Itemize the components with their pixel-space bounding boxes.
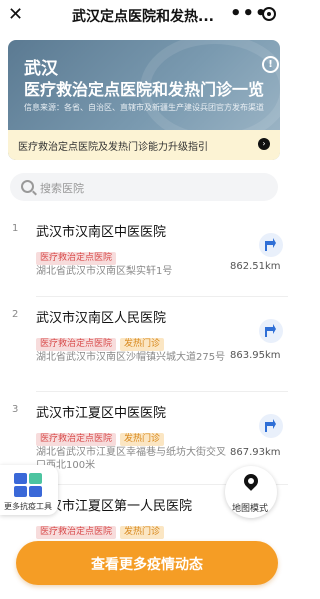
upgrade-guide-label: 医疗救治定点医院及发热门诊能力升级指引 (18, 142, 208, 153)
tag-group: 医疗救治定点医院 (36, 245, 120, 265)
item-index: 2 (12, 309, 19, 320)
distance: 862.51km (230, 261, 281, 272)
more-tools-label: 更多抗疫工具 (4, 502, 52, 511)
hospital-name[interactable]: 武汉市江夏区第一人民医院 (36, 495, 192, 514)
designated-hospital-tag: 医疗救治定点医院 (36, 252, 117, 265)
distance: 863.95km (230, 350, 281, 361)
navigation-arrow-icon (265, 238, 276, 251)
navigation-arrow-icon (265, 324, 276, 337)
hospital-address: 湖北省武汉市汉南区梨实轩1号 (36, 266, 173, 277)
tag-group: 医疗救治定点医院 发热门诊 (36, 519, 168, 539)
designated-hospital-tag: 医疗救治定点医院 (36, 433, 117, 446)
item-index: 1 (12, 223, 19, 234)
info-icon[interactable]: ! (262, 56, 279, 73)
navigate-button[interactable] (259, 233, 283, 257)
fever-clinic-tag: 发热门诊 (120, 338, 165, 351)
distance: 867.93km (230, 447, 281, 458)
hospital-name[interactable]: 武汉市汉南区中医医院 (36, 221, 166, 240)
fever-clinic-tag: 发热门诊 (120, 526, 165, 539)
navigate-button[interactable] (259, 414, 283, 438)
search-icon (21, 180, 34, 193)
more-updates-button[interactable]: 查看更多疫情动态 (16, 541, 278, 585)
map-pin-icon (241, 471, 261, 491)
arrow-right-icon: › (258, 138, 270, 150)
tag-group: 医疗救治定点医院 发热门诊 (36, 331, 168, 351)
banner-source: 信息来源：各省、自治区、直辖市及新疆生产建设兵团官方发布渠道 (24, 103, 264, 112)
hospital-name[interactable]: 武汉市汉南区人民医院 (36, 307, 166, 326)
divider (36, 296, 288, 297)
map-mode-button[interactable]: 地图模式 (225, 466, 277, 518)
designated-hospital-tag: 医疗救治定点医院 (36, 526, 117, 539)
hospital-address: 湖北省武汉市汉南区沙帽镇兴城大道275号 (36, 352, 226, 363)
designated-hospital-tag: 医疗救治定点医院 (36, 338, 117, 351)
banner-headline: 医疗救治定点医院和发热门诊一览 (24, 80, 265, 99)
navigate-button[interactable] (259, 319, 283, 343)
top-bar: ✕ 武汉定点医院和发热... ••• (0, 0, 288, 32)
more-tools-button[interactable]: 更多抗疫工具 (0, 465, 58, 515)
map-mode-label: 地图模式 (232, 504, 269, 514)
divider (36, 391, 288, 392)
hospital-name[interactable]: 武汉市江夏区中医医院 (36, 402, 166, 421)
close-icon[interactable]: ✕ (8, 6, 24, 24)
tag-group: 医疗救治定点医院 发热门诊 (36, 426, 168, 446)
hospital-address: 湖北省武汉市江夏区幸福巷与纸坊大街交叉口西北100米 (36, 447, 226, 471)
fever-clinic-tag: 发热门诊 (120, 433, 165, 446)
navigation-arrow-icon (265, 419, 276, 432)
grid-apps-icon (14, 473, 44, 497)
search-input[interactable]: 搜索医院 (10, 173, 278, 201)
info-banner: 武汉 医疗救治定点医院和发热门诊一览 信息来源：各省、自治区、直辖市及新疆生产建… (8, 40, 280, 160)
more-updates-label: 查看更多疫情动态 (91, 557, 203, 573)
record-icon[interactable] (262, 7, 276, 21)
item-index: 3 (12, 404, 19, 415)
search-placeholder: 搜索医院 (40, 182, 84, 195)
upgrade-guide-link[interactable]: 医疗救治定点医院及发热门诊能力升级指引 › (8, 130, 280, 160)
page-title: 武汉定点医院和发热... (72, 9, 214, 25)
